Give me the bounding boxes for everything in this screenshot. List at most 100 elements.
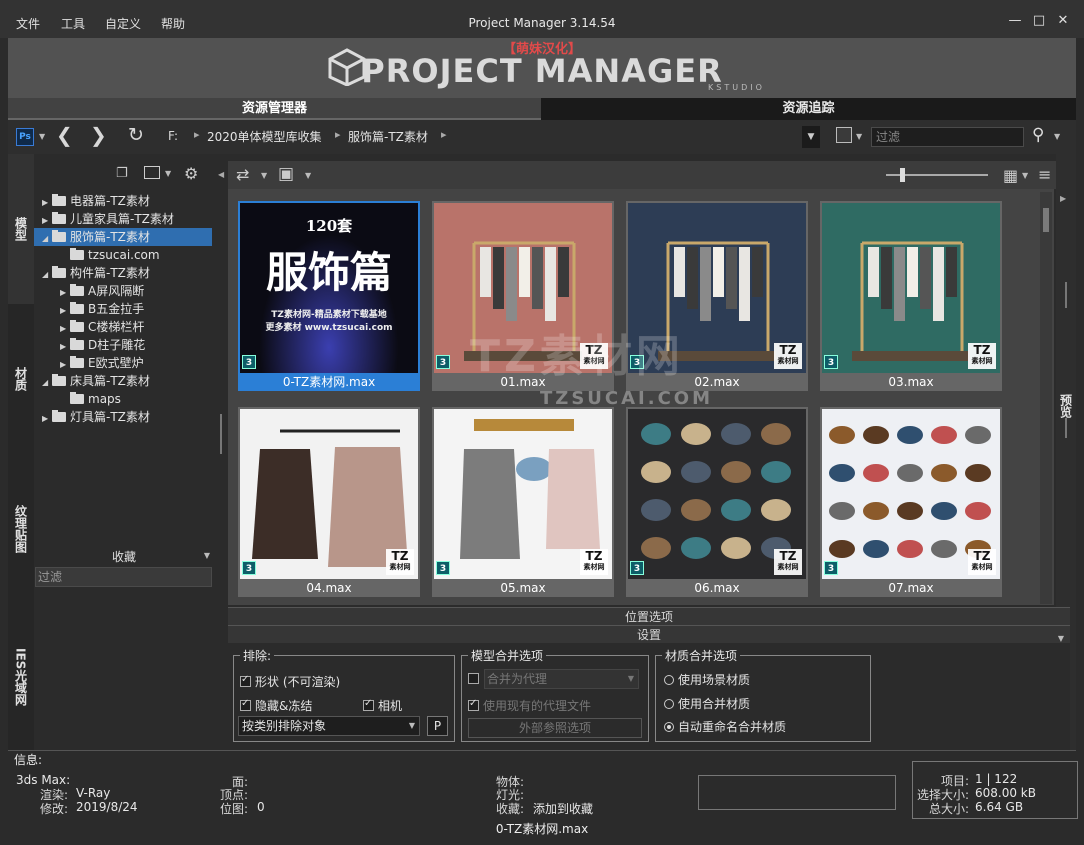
search-icon[interactable]: ⚲ bbox=[1032, 125, 1044, 145]
tree-item[interactable]: ▶ D柱子雕花 bbox=[34, 336, 212, 354]
chevron-down-icon[interactable]: ▼ bbox=[39, 132, 45, 141]
chevron-down-icon[interactable]: ▼ bbox=[1054, 132, 1060, 141]
photoshop-icon[interactable]: Ps bbox=[16, 128, 34, 146]
asset-tile[interactable]: TZ 素材网 3 04.max bbox=[238, 407, 420, 597]
folder-icon bbox=[70, 302, 84, 314]
asset-tile[interactable]: TZ 素材网 3 03.max bbox=[820, 201, 1002, 391]
tab-ies[interactable]: IES光域网 bbox=[8, 604, 34, 750]
zoom-slider-thumb[interactable] bbox=[900, 168, 905, 182]
tab-asset-tracking[interactable]: 资源追踪 bbox=[541, 98, 1076, 120]
close-icon[interactable]: ✕ bbox=[1055, 13, 1071, 29]
filter-input[interactable]: 过滤 bbox=[871, 127, 1024, 147]
collapsed-arrow-icon[interactable]: ▶ bbox=[42, 410, 52, 428]
asset-tile[interactable]: TZ 素材网 3 05.max bbox=[432, 407, 614, 597]
collapse-right-icon[interactable]: ▶ bbox=[1060, 194, 1066, 203]
asset-tile[interactable]: TZ 素材网 3 06.max bbox=[626, 407, 808, 597]
xref-options-button[interactable]: 外部参照选项 bbox=[468, 718, 642, 738]
tree-item[interactable]: tzsucai.com bbox=[34, 246, 212, 264]
asset-tile[interactable]: 120套 服饰篇 TZ素材网-精品素材下载基地 更多素材 www.tzsucai.co… bbox=[238, 201, 420, 391]
use-existing-proxy-checkbox[interactable]: 使用现有的代理文件 bbox=[468, 697, 591, 714]
breadcrumb-separator-icon: ▸ bbox=[194, 128, 200, 141]
grid-view-icon[interactable]: ▦ bbox=[1003, 166, 1018, 185]
chevron-down-icon[interactable]: ▼ bbox=[165, 169, 171, 178]
cover-line-1: TZ素材网-精品素材下载基地 bbox=[271, 310, 387, 320]
folder-icon bbox=[52, 374, 66, 386]
path-dropdown-icon[interactable]: ▼ bbox=[802, 126, 820, 148]
merge-proxy-checkbox[interactable] bbox=[468, 672, 483, 686]
gear-icon[interactable]: ⚙ bbox=[184, 164, 198, 183]
view-filter-icon[interactable] bbox=[836, 127, 852, 143]
tree-item[interactable]: ▶ 电器篇-TZ素材 bbox=[34, 192, 212, 210]
breadcrumb-item[interactable]: 服饰篇-TZ素材 bbox=[348, 128, 428, 145]
tree-item[interactable]: maps bbox=[34, 390, 212, 408]
drive-label[interactable]: F: bbox=[168, 129, 178, 143]
new-window-icon[interactable]: ❐ bbox=[116, 166, 128, 181]
chevron-down-icon[interactable]: ▼ bbox=[261, 171, 267, 180]
p-button[interactable]: P bbox=[427, 716, 448, 736]
watermark: TZ素材网 bbox=[470, 331, 684, 382]
tab-models[interactable]: 模型 bbox=[8, 154, 34, 304]
splitter-grip[interactable] bbox=[1065, 282, 1067, 308]
asset-thumbnail: TZ 素材网 3 bbox=[628, 409, 806, 579]
favorites-filter-input[interactable]: 过滤 bbox=[35, 567, 212, 587]
grid-scrollbar[interactable] bbox=[1040, 192, 1052, 604]
chevron-down-icon[interactable]: ▼ bbox=[305, 171, 311, 180]
tree-item-label: D柱子雕花 bbox=[88, 338, 146, 352]
tree-item[interactable]: ◢ 构件篇-TZ素材 bbox=[34, 264, 212, 282]
box-icon[interactable]: ▣ bbox=[278, 164, 294, 184]
checkbox-icon bbox=[363, 698, 374, 711]
use-merged-material-radio[interactable]: 使用合并材质 bbox=[664, 695, 750, 712]
chevron-down-icon[interactable]: ▼ bbox=[204, 551, 210, 560]
layout-icon[interactable] bbox=[144, 166, 160, 179]
forward-icon[interactable]: ❯ bbox=[90, 123, 107, 147]
use-scene-material-radio[interactable]: 使用场景材质 bbox=[664, 671, 750, 688]
checkbox-icon bbox=[468, 673, 479, 684]
sort-icon[interactable]: ≡ bbox=[1038, 165, 1051, 184]
panel-splitter[interactable]: ◀ bbox=[218, 154, 224, 750]
exclude-hidden-checkbox[interactable]: 隐藏&冻结 bbox=[240, 697, 312, 714]
tree-item[interactable]: ▶ 儿童家具篇-TZ素材 bbox=[34, 210, 212, 228]
minimize-icon[interactable]: — bbox=[1007, 13, 1023, 29]
tree-item[interactable]: ◢ 服饰篇-TZ素材 bbox=[34, 228, 212, 246]
splitter-grip[interactable] bbox=[1065, 418, 1067, 438]
tree-item[interactable]: ▶ B五金拉手 bbox=[34, 300, 212, 318]
position-options-bar[interactable]: 位置选项 bbox=[228, 607, 1070, 625]
chevron-down-icon[interactable]: ▼ bbox=[1022, 171, 1028, 180]
tree-item[interactable]: ◢ 床具篇-TZ素材 bbox=[34, 372, 212, 390]
tz-badge-small: 素材网 bbox=[777, 357, 799, 365]
tree-item[interactable]: ▶ C楼梯栏杆 bbox=[34, 318, 212, 336]
tree-item[interactable]: ▶ 灯具篇-TZ素材 bbox=[34, 408, 212, 426]
exclude-shape-checkbox[interactable]: 形状 (不可渲染) bbox=[240, 673, 340, 690]
info-bitmaps-label: 位图: bbox=[219, 802, 248, 816]
sync-icon[interactable]: ⇄ bbox=[236, 165, 249, 184]
add-to-favorites-link[interactable]: 添加到收藏 bbox=[533, 800, 593, 817]
grid-scrollbar-thumb[interactable] bbox=[1043, 208, 1049, 232]
tree-item[interactable]: ▶ A屏风隔断 bbox=[34, 282, 212, 300]
tree-item-label: tzsucai.com bbox=[88, 248, 160, 262]
tree-item-label: 灯具篇-TZ素材 bbox=[70, 410, 150, 424]
settings-bar[interactable]: 设置 ▼ bbox=[228, 625, 1070, 643]
exclude-category-select[interactable]: 按类别排除对象 ▼ bbox=[238, 716, 420, 736]
tab-textures[interactable]: 纹理贴图 bbox=[8, 454, 34, 604]
asset-thumbnail: 120套 服饰篇 TZ素材网-精品素材下载基地 更多素材 www.tzsucai.co… bbox=[240, 203, 418, 373]
tree-item[interactable]: ▶ E欧式壁炉 bbox=[34, 354, 212, 372]
back-icon[interactable]: ❮ bbox=[56, 123, 73, 147]
auto-rename-material-radio[interactable]: 自动重命名合并材质 bbox=[664, 718, 786, 735]
material-merge-title: 材质合并选项 bbox=[662, 647, 741, 664]
merge-proxy-select[interactable]: 合并为代理 ▼ bbox=[484, 669, 639, 689]
banner-logo-text: PROJECT MANAGER bbox=[361, 52, 723, 90]
breadcrumb-item[interactable]: 2020单体模型库收集 bbox=[207, 128, 322, 145]
settings-panel: 排除: 形状 (不可渲染) 隐藏&冻结 相机 按类别排除对象 ▼ P 模型合并选… bbox=[228, 643, 1070, 750]
watermark-url: TZSUCAI.COM bbox=[540, 388, 714, 409]
refresh-icon[interactable]: ↻ bbox=[128, 124, 144, 146]
tab-asset-manager[interactable]: 资源管理器 bbox=[8, 98, 541, 120]
asset-tile[interactable]: TZ 素材网 3 07.max bbox=[820, 407, 1002, 597]
splitter-grip[interactable] bbox=[220, 414, 222, 454]
maximize-icon[interactable]: □ bbox=[1031, 13, 1047, 29]
chevron-down-icon[interactable]: ▼ bbox=[856, 132, 862, 141]
info-preview-box bbox=[698, 775, 896, 810]
exclude-camera-checkbox[interactable]: 相机 bbox=[363, 697, 402, 714]
exclude-hidden-label: 隐藏&冻结 bbox=[255, 699, 313, 713]
tab-materials[interactable]: 材质 bbox=[8, 304, 34, 454]
collapse-left-icon[interactable]: ◀ bbox=[218, 170, 224, 179]
